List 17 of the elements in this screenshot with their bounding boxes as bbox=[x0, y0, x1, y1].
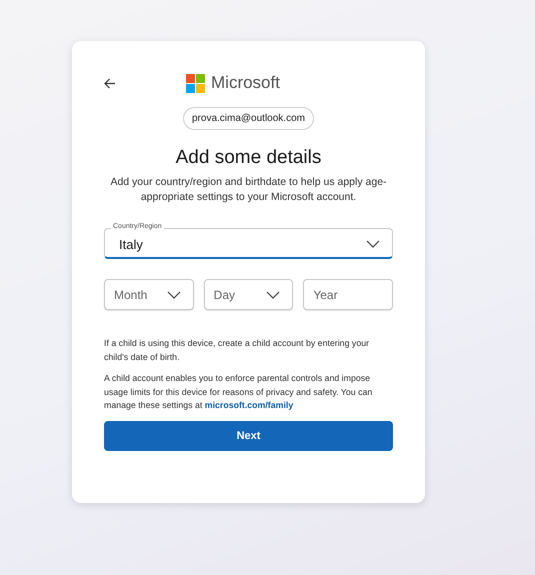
dropdown[interactable]: Day bbox=[204, 279, 294, 310]
country-dropdown[interactable]: Italy bbox=[104, 228, 393, 259]
account-email[interactable]: prova.cima@outlook.com bbox=[183, 107, 314, 130]
description: Add your country/region and birthdate to help us apply age-appropriate settings to your Microsoft account. bbox=[109, 175, 388, 205]
next-button[interactable]: Next bbox=[104, 420, 393, 450]
logo-icon bbox=[186, 74, 205, 92]
chevron-icon bbox=[166, 290, 181, 298]
input-field[interactable]: Year bbox=[303, 279, 394, 310]
back-arrow-icon[interactable] bbox=[104, 78, 116, 88]
dropdown[interactable]: Month bbox=[104, 279, 194, 310]
chevron-icon bbox=[266, 290, 280, 298]
page-title: Add some details bbox=[176, 147, 322, 169]
family-link[interactable]: microsoft.com/family bbox=[204, 400, 294, 410]
brand-name: Microsoft bbox=[211, 73, 280, 93]
info-paragraph: If a child is using this device, create a child account by entering your child's date of birth. bbox=[104, 337, 370, 364]
info-paragraph: A child account enables you to enforce parental controls and impose usage limits for this device for reasons of privacy and safety. You can manage these settings at microsoft.com/family bbox=[104, 372, 374, 412]
chevron-icon bbox=[366, 240, 380, 248]
